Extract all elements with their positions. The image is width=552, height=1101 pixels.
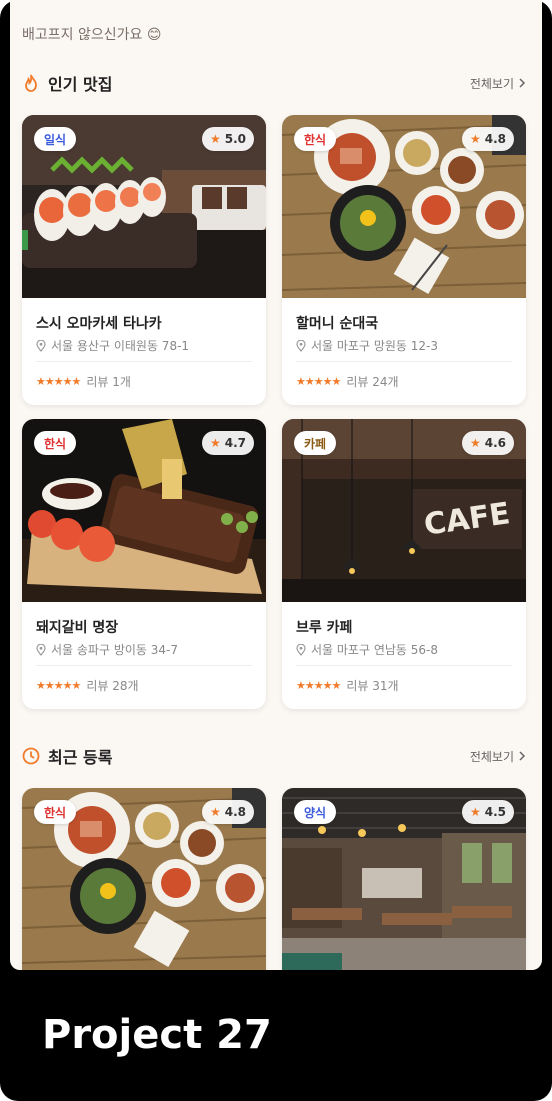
- star-icon: ★: [209, 132, 221, 146]
- location-pin-icon: [296, 643, 306, 656]
- greeting-text: 배고프지 않으신가요 😊: [22, 27, 162, 43]
- restaurant-address: 서울 송파구 방이동 34-7: [36, 641, 178, 658]
- rating-value: 4.6: [484, 436, 506, 450]
- review-row: ★★★★★ 리뷰 28개: [36, 677, 139, 694]
- recent-see-all-link[interactable]: 전체보기: [470, 748, 526, 765]
- popular-section-header: 인기 맛집 전체보기: [22, 70, 526, 96]
- review-count: 리뷰 24개: [346, 375, 399, 389]
- review-row: ★★★★★ 리뷰 24개: [296, 373, 399, 390]
- review-row: ★★★★★ 리뷰 31개: [296, 677, 399, 694]
- rating-value: 4.8: [224, 805, 246, 819]
- location-pin-icon: [36, 643, 46, 656]
- rating-badge: ★ 4.7: [201, 431, 254, 455]
- see-all-label: 전체보기: [469, 76, 514, 91]
- clock-icon: [22, 747, 40, 765]
- star-rating-icon: ★★★★★: [296, 375, 341, 388]
- category-badge: 한식: [34, 800, 77, 824]
- restaurant-name: 할머니 순대국: [296, 316, 379, 332]
- restaurant-name: 스시 오마카세 타나카: [36, 316, 162, 332]
- review-count: 리뷰 28개: [86, 679, 139, 693]
- rating-value: 4.5: [484, 805, 506, 819]
- recent-section-title: 최근 등록: [48, 748, 113, 767]
- restaurant-card[interactable]: 한식 ★ 4.8: [22, 788, 266, 970]
- rating-badge: ★ 4.8: [461, 127, 514, 151]
- project-caption: Project 27: [42, 1012, 272, 1058]
- rating-value: 4.7: [224, 436, 246, 450]
- rating-badge: ★ 5.0: [201, 127, 254, 151]
- card-divider: [36, 665, 252, 666]
- popular-section-title: 인기 맛집: [48, 75, 113, 94]
- category-badge: 한식: [294, 127, 337, 151]
- star-icon: ★: [209, 805, 221, 819]
- restaurant-address: 서울 용산구 이태원동 78-1: [36, 337, 189, 354]
- see-all-label: 전체보기: [469, 749, 514, 764]
- address-text: 서울 송파구 방이동 34-7: [51, 643, 178, 657]
- address-text: 서울 용산구 이태원동 78-1: [51, 339, 190, 353]
- category-badge: 카페: [294, 431, 337, 455]
- star-rating-icon: ★★★★★: [36, 375, 81, 388]
- star-icon: ★: [469, 436, 481, 450]
- star-rating-icon: ★★★★★: [296, 679, 341, 692]
- address-text: 서울 마포구 망원동 12-3: [311, 339, 438, 353]
- star-icon: ★: [209, 436, 221, 450]
- star-rating-icon: ★★★★★: [36, 679, 81, 692]
- restaurant-card[interactable]: 일식 ★ 5.0 스시 오마카세 타나카 서울 용산구 이태원동 78-1 ★★…: [22, 115, 266, 405]
- rating-value: 5.0: [224, 132, 246, 146]
- rating-badge: ★ 4.6: [461, 431, 514, 455]
- popular-see-all-link[interactable]: 전체보기: [470, 75, 526, 92]
- card-divider: [296, 665, 512, 666]
- chevron-right-icon: [519, 78, 526, 88]
- restaurant-address: 서울 마포구 연남동 56-8: [296, 641, 438, 658]
- location-pin-icon: [296, 339, 306, 352]
- recent-section-header: 최근 등록 전체보기: [22, 743, 526, 769]
- restaurant-card[interactable]: 한식 ★ 4.8 할머니 순대국 서울 마포구 망원동 12-3 ★★★★★ 리…: [282, 115, 526, 405]
- flame-icon: [22, 74, 40, 92]
- app-screen: 배고프지 않으신가요 😊 인기 맛집 전체보기 일식 ★ 5.0 스시 오마카세…: [10, 0, 542, 970]
- restaurant-name: 돼지갈비 명장: [36, 620, 119, 636]
- restaurant-card[interactable]: CAFE 카페 ★ 4.6 브루 카페 서울 마포구 연남동 56-8 ★★★★…: [282, 419, 526, 709]
- rating-value: 4.8: [484, 132, 506, 146]
- category-badge: 한식: [34, 431, 77, 455]
- star-icon: ★: [469, 805, 481, 819]
- restaurant-name: 브루 카페: [296, 620, 353, 636]
- review-count: 리뷰 1개: [86, 375, 131, 389]
- restaurant-card[interactable]: 한식 ★ 4.7 돼지갈비 명장 서울 송파구 방이동 34-7 ★★★★★ 리…: [22, 419, 266, 709]
- review-row: ★★★★★ 리뷰 1개: [36, 373, 131, 390]
- rating-badge: ★ 4.8: [201, 800, 254, 824]
- category-badge: 일식: [34, 127, 77, 151]
- review-count: 리뷰 31개: [346, 679, 399, 693]
- category-badge: 양식: [294, 800, 337, 824]
- address-text: 서울 마포구 연남동 56-8: [311, 643, 438, 657]
- restaurant-card[interactable]: 양식 ★ 4.5: [282, 788, 526, 970]
- card-divider: [296, 361, 512, 362]
- restaurant-address: 서울 마포구 망원동 12-3: [296, 337, 438, 354]
- chevron-right-icon: [519, 751, 526, 761]
- location-pin-icon: [36, 339, 46, 352]
- star-icon: ★: [469, 132, 481, 146]
- card-divider: [36, 361, 252, 362]
- rating-badge: ★ 4.5: [461, 800, 514, 824]
